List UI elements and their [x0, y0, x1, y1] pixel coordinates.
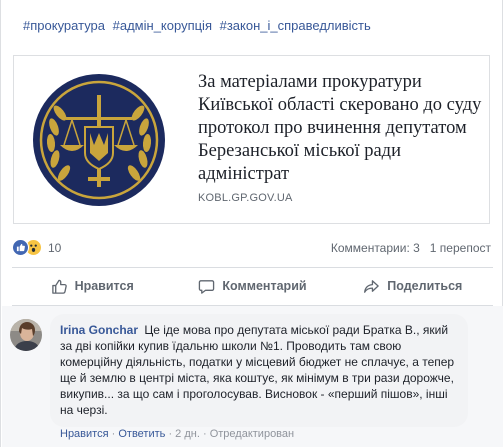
hashtag-prosecutor[interactable]: #прокуратура	[23, 18, 105, 33]
stats-right: Комментарии: 3 1 перепост	[331, 241, 491, 255]
shares-count-link[interactable]: 1 перепост	[430, 241, 491, 255]
speech-bubble-icon	[199, 279, 215, 294]
divider	[12, 267, 493, 268]
link-title[interactable]: За матеріалами прокуратури Київської обл…	[198, 71, 483, 186]
hashtag-line: #прокуратура #адмін_корупція #закон_і_сп…	[23, 18, 375, 33]
comment-bubble: Irina Gonchar Це іде мова про депутата м…	[50, 314, 468, 427]
like-button-label: Нравится	[74, 279, 134, 293]
share-arrow-icon	[364, 279, 380, 293]
link-domain: KOBL.GP.GOV.UA	[198, 192, 293, 204]
prosecutor-emblem-icon	[33, 73, 165, 206]
post-stats-bar: 10 Комментарии: 3 1 перепост	[12, 239, 493, 257]
post-action-bar: Нравится Комментарий Поделиться	[12, 270, 493, 302]
comment-meta: Нравится · Ответить · 2 дн. · Отредактир…	[60, 428, 294, 440]
comment-reply-link[interactable]: Ответить	[118, 428, 165, 440]
comment-text: Це іде мова про депутата міської ради Бр…	[60, 323, 455, 417]
link-preview-card[interactable]: За матеріалами прокуратури Київської обл…	[13, 55, 490, 224]
meta-separator: ·	[202, 428, 207, 440]
comment-button-label: Комментарий	[222, 279, 307, 293]
avatar[interactable]	[10, 319, 42, 351]
reaction-count[interactable]: 10	[48, 241, 61, 255]
like-button[interactable]: Нравится	[12, 270, 172, 302]
share-button-label: Поделиться	[387, 279, 463, 293]
comment-edited-label[interactable]: Отредактирован	[210, 428, 294, 440]
reaction-icons[interactable]	[12, 239, 42, 256]
comments-count-link[interactable]: Комментарии: 3	[331, 241, 420, 255]
facebook-post: #прокуратура #адмін_корупція #закон_і_сп…	[0, 0, 503, 447]
comment-author[interactable]: Irina Gonchar	[60, 323, 138, 337]
comment-like-link[interactable]: Нравится	[60, 428, 109, 440]
link-text-block: За матеріалами прокуратури Київської обл…	[198, 71, 483, 204]
hashtag-admin-corruption[interactable]: #адмін_корупція	[113, 18, 212, 33]
hashtag-law-justice[interactable]: #закон_і_справедливість	[220, 18, 371, 33]
share-button[interactable]: Поделиться	[333, 270, 493, 302]
comments-section: Irina Gonchar Це іде мова про депутата м…	[2, 306, 503, 447]
link-thumbnail	[15, 57, 183, 222]
comment-button[interactable]: Комментарий	[172, 270, 332, 302]
meta-separator: ·	[168, 428, 173, 440]
meta-separator: ·	[111, 428, 116, 440]
comment-timestamp[interactable]: 2 дн.	[175, 428, 200, 440]
thumbs-up-icon	[12, 239, 29, 256]
thumbs-up-outline-icon	[51, 279, 67, 294]
